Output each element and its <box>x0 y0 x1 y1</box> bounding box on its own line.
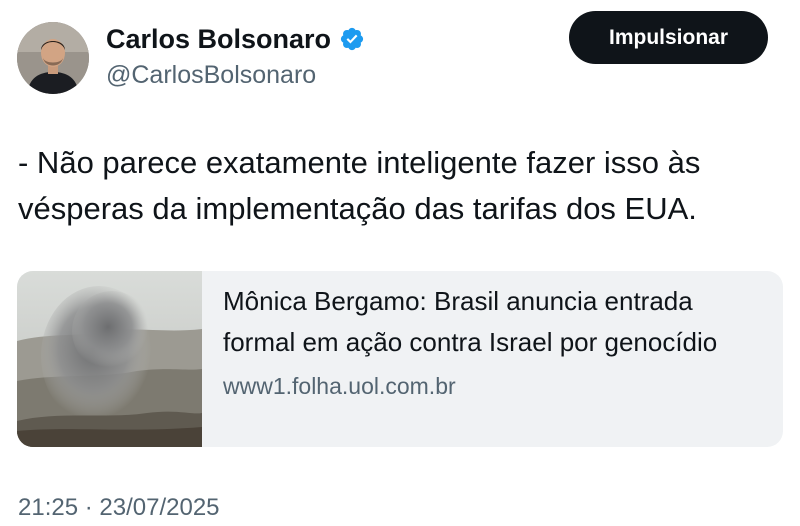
link-preview-body: Mônica Bergamo: Brasil anuncia entrada f… <box>202 271 783 447</box>
avatar-image <box>17 22 89 94</box>
avatar[interactable] <box>17 22 89 94</box>
verified-badge-icon <box>339 26 365 52</box>
tweet: Carlos Bolsonaro @CarlosBolsonaro Impuls… <box>0 0 800 526</box>
link-preview-card[interactable]: Mônica Bergamo: Brasil anuncia entrada f… <box>17 271 783 447</box>
promote-button[interactable]: Impulsionar <box>569 11 768 64</box>
author-name-row: Carlos Bolsonaro <box>106 22 365 56</box>
display-name[interactable]: Carlos Bolsonaro <box>106 22 331 56</box>
link-preview-title: Mônica Bergamo: Brasil anuncia entrada f… <box>223 286 718 357</box>
timestamp-separator: · <box>84 494 93 521</box>
link-preview-image <box>17 271 202 447</box>
tweet-text: - Não parece exatamente inteligente faze… <box>18 145 701 226</box>
link-preview-domain: www1.folha.uol.com.br <box>223 373 456 399</box>
tweet-time: 21:25 <box>18 494 79 521</box>
author-handle[interactable]: @CarlosBolsonaro <box>106 59 316 91</box>
tweet-date: 23/07/2025 <box>99 494 220 521</box>
tweet-timestamp[interactable]: 21:25 · 23/07/2025 <box>18 493 220 523</box>
